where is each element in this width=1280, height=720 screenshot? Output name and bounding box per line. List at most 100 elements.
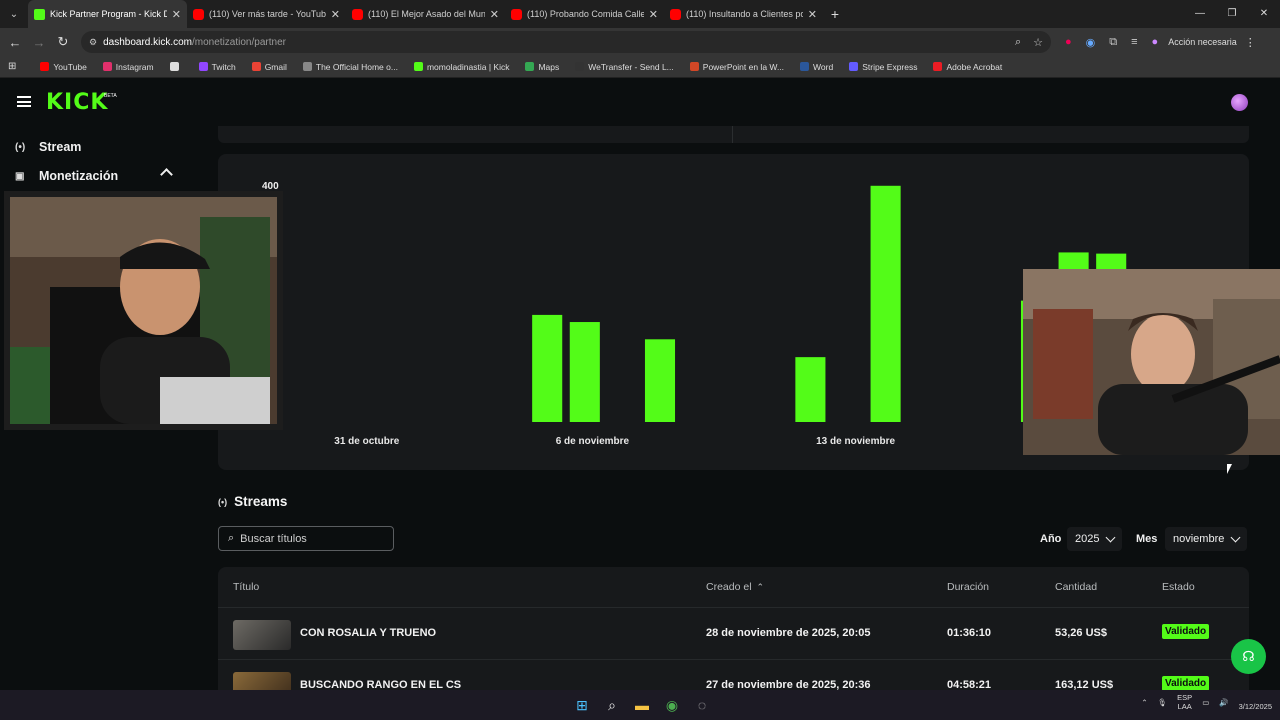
help-chat-button[interactable]: ☊: [1231, 639, 1266, 674]
close-window-button[interactable]: ✕: [1248, 0, 1280, 28]
close-tab-icon[interactable]: ✕: [649, 8, 658, 21]
year-select[interactable]: 2025: [1067, 527, 1123, 551]
search-box[interactable]: ⌕: [218, 526, 394, 551]
x-tick-label: 13 de noviembre: [816, 436, 895, 447]
file-explorer-icon[interactable]: ▬: [632, 694, 652, 716]
column-header-amount[interactable]: Cantidad: [1055, 581, 1097, 593]
chart-bar[interactable]: [795, 357, 826, 422]
bookmark-label: The Official Home o...: [315, 61, 398, 72]
site-info-icon[interactable]: ⚙: [89, 37, 97, 48]
browser-tab[interactable]: (110) Probando Comida Calleje ✕: [505, 0, 664, 28]
year-value: 2025: [1075, 533, 1100, 545]
media-control-icon[interactable]: ≡: [1131, 36, 1137, 48]
network-icon[interactable]: ▭: [1202, 698, 1209, 707]
bookmark-favicon-icon: [302, 62, 312, 71]
zoom-icon[interactable]: ⌕: [1015, 36, 1021, 49]
bookmark-star-icon[interactable]: ☆: [1033, 36, 1043, 49]
chevron-down-icon: [1106, 532, 1116, 543]
back-button[interactable]: ←: [3, 35, 27, 50]
browser-menu-icon[interactable]: ⋮: [1245, 36, 1256, 49]
close-tab-icon[interactable]: ✕: [490, 8, 499, 21]
user-avatar[interactable]: [1231, 94, 1248, 111]
column-header-created[interactable]: Creado el ⌃: [706, 581, 764, 593]
bookmark-item[interactable]: The Official Home o...: [302, 61, 398, 72]
profile-avatar[interactable]: ●: [1152, 36, 1159, 48]
bookmark-item[interactable]: Adobe Acrobat: [933, 62, 1002, 72]
clock[interactable]: 3/12/2025: [1239, 693, 1272, 711]
address-bar[interactable]: ⚙ dashboard.kick.com/monetization/partne…: [81, 31, 1051, 53]
broadcast-icon: (•): [15, 141, 26, 153]
bookmark-item[interactable]: YouTube: [40, 62, 87, 72]
month-value: noviembre: [1173, 533, 1225, 545]
stream-title: BUSCANDO RANGO EN EL CS: [300, 679, 462, 690]
microphone-icon[interactable]: 🎙: [1158, 698, 1168, 707]
status-badge: Validado: [1162, 676, 1210, 690]
new-tab-button[interactable]: +: [823, 6, 847, 22]
bookmark-item[interactable]: Instagram: [102, 62, 154, 72]
bookmark-favicon-icon: [169, 62, 179, 71]
forward-button[interactable]: →: [27, 35, 51, 50]
browser-tab[interactable]: Kick Partner Program - Kick Da ✕: [28, 0, 187, 28]
tab-title: (110) Probando Comida Calleje: [527, 9, 644, 19]
search-input[interactable]: [240, 532, 381, 545]
summary-card-bottom: [218, 126, 1249, 143]
bookmark-label: PowerPoint en la W...: [702, 61, 785, 72]
volume-icon[interactable]: 🔊: [1219, 698, 1228, 707]
extensions-puzzle-icon[interactable]: ⧉: [1109, 36, 1117, 49]
chart-bar[interactable]: [870, 185, 901, 422]
browser-tab[interactable]: (110) Insultando a Clientes por ✕: [664, 0, 823, 28]
bookmark-item[interactable]: Gmail: [251, 62, 287, 72]
bookmark-item[interactable]: Twitch: [198, 62, 236, 72]
bookmark-item[interactable]: WeTransfer - Send L...: [575, 62, 674, 72]
language-indicator[interactable]: ESP LAA: [1177, 693, 1192, 711]
tab-search-chevron-icon[interactable]: ⌄: [0, 0, 28, 28]
sidebar-item-monetizacion[interactable]: ▣ Monetización: [15, 169, 118, 183]
close-tab-icon[interactable]: ✕: [172, 8, 181, 21]
bookmark-item[interactable]: momoladinastia | Kick: [413, 62, 509, 72]
menu-hamburger-icon[interactable]: [17, 96, 31, 107]
bookmark-item[interactable]: Word: [800, 62, 833, 72]
chart-bar[interactable]: [644, 339, 676, 422]
chart-bar[interactable]: [569, 322, 600, 422]
minimize-button[interactable]: —: [1184, 0, 1216, 28]
close-tab-icon[interactable]: ✕: [808, 8, 817, 21]
bookmark-label: Adobe Acrobat: [946, 61, 1003, 72]
column-header-status[interactable]: Estado: [1162, 581, 1195, 593]
browser-tab[interactable]: (110) El Mejor Asado del Mund ✕: [346, 0, 505, 28]
stream-amount: 53,26 US$: [1055, 627, 1107, 639]
chrome-icon[interactable]: ◉: [662, 694, 682, 716]
close-tab-icon[interactable]: ✕: [331, 8, 340, 21]
table-row[interactable]: BUSCANDO RANGO EN EL CS 27 de noviembre …: [218, 659, 1249, 690]
bookmark-item[interactable]: Stripe Express: [849, 62, 917, 72]
youtube-icon: [352, 8, 363, 20]
action-needed-button[interactable]: Acción necesaria: [1168, 37, 1237, 47]
stream-title: CON ROSALIA Y TRUENO: [300, 627, 437, 639]
month-select[interactable]: noviembre: [1165, 527, 1248, 551]
broadcast-icon: (•): [218, 496, 228, 507]
windows-start-icon[interactable]: ⊞: [572, 694, 592, 716]
column-header-title[interactable]: Título: [233, 581, 259, 593]
bookmark-item[interactable]: [169, 62, 183, 72]
chart-bar[interactable]: [532, 314, 563, 422]
bookmark-item[interactable]: PowerPoint en la W...: [689, 61, 785, 72]
headset-icon: ☊: [1242, 648, 1255, 664]
reload-button[interactable]: ↻: [51, 34, 75, 50]
restore-button[interactable]: ❐: [1216, 0, 1248, 28]
browser-tab[interactable]: (110) Ver más tarde - YouTube ✕: [187, 0, 346, 28]
apps-grid-icon[interactable]: ⊞: [8, 61, 16, 72]
taskbar-search-icon[interactable]: ⌕: [602, 694, 622, 716]
chevron-down-icon: [1230, 532, 1241, 543]
bookmark-favicon-icon: [575, 62, 585, 71]
app-icon[interactable]: ◌: [692, 694, 712, 716]
sidebar-item-stream[interactable]: (•) Stream: [15, 140, 81, 154]
kick-logo[interactable]: KICK: [46, 90, 108, 115]
table-row[interactable]: CON ROSALIA Y TRUENO 28 de noviembre de …: [218, 607, 1249, 659]
audio-icon[interactable]: ◉: [1086, 36, 1096, 49]
extension-icon[interactable]: ●: [1065, 36, 1072, 48]
column-header-duration[interactable]: Duración: [947, 581, 989, 593]
chevron-up-icon[interactable]: [160, 168, 173, 181]
tray-chevron-icon[interactable]: ⌃: [1141, 698, 1147, 707]
bookmark-item[interactable]: Maps: [525, 62, 559, 72]
youtube-icon: [511, 8, 522, 20]
url-path: /monetization/partner: [192, 36, 286, 48]
